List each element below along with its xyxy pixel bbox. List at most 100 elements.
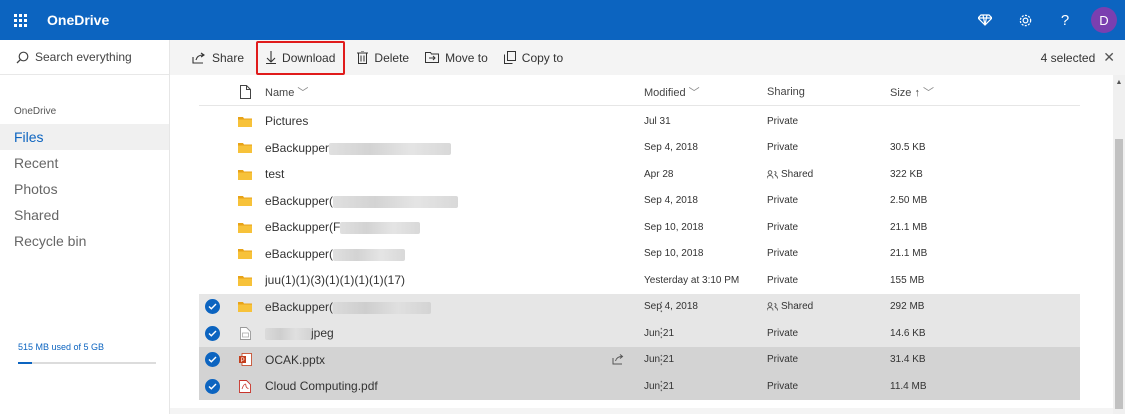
file-name[interactable]: eBackupper( bbox=[265, 300, 333, 314]
file-sharing: Private bbox=[767, 221, 799, 233]
file-modified: Sep 4, 2018 bbox=[644, 142, 698, 154]
size-column-header[interactable]: Size ↑ ﹀ bbox=[890, 84, 1080, 100]
row-check[interactable] bbox=[199, 299, 225, 315]
file-name[interactable]: OCAK.pptx bbox=[265, 353, 565, 367]
row-check[interactable] bbox=[199, 352, 225, 368]
search-placeholder: Search everything bbox=[35, 50, 132, 64]
file-list: Name ﹀ Modified ﹀ Sharing Size ↑ ﹀ Pictu… bbox=[199, 78, 1080, 400]
share-icon[interactable] bbox=[612, 354, 624, 365]
modified-column-header[interactable]: Modified ﹀ bbox=[644, 84, 767, 100]
list-item[interactable]: jpeg ⋮ Jun 21 Private 14.6 KB bbox=[199, 320, 1080, 347]
more-options-icon[interactable]: ⋮ bbox=[655, 352, 668, 368]
file-sharing: Shared bbox=[781, 168, 814, 180]
sidebar-item-shared[interactable]: Shared bbox=[0, 202, 169, 228]
list-item[interactable]: eBackupper( ⋮ Sep 4, 2018 Shared 292 MB bbox=[199, 293, 1080, 320]
app-title[interactable]: OneDrive bbox=[47, 12, 109, 28]
sidebar: Search everything OneDrive Files Recent … bbox=[0, 40, 170, 414]
avatar[interactable]: D bbox=[1091, 7, 1117, 33]
file-type-column-header[interactable] bbox=[225, 84, 265, 99]
more-options-icon[interactable]: ⋮ bbox=[655, 325, 668, 341]
file-sharing: Private bbox=[767, 248, 799, 260]
scrollbar-thumb[interactable] bbox=[1115, 139, 1123, 409]
list-header: Name ﹀ Modified ﹀ Sharing Size ↑ ﹀ bbox=[199, 78, 1080, 106]
help-button[interactable]: ? bbox=[1045, 0, 1085, 40]
more-options-icon[interactable]: ⋮ bbox=[655, 299, 668, 315]
download-label: Download bbox=[282, 50, 336, 65]
file-sharing: Private bbox=[767, 142, 799, 154]
redacted-text bbox=[333, 248, 406, 261]
share-label: Share bbox=[212, 50, 245, 65]
redacted-text bbox=[340, 222, 421, 235]
shared-people-icon bbox=[767, 170, 778, 179]
scroll-up-arrow-icon[interactable]: ▲ bbox=[1113, 75, 1125, 89]
file-name[interactable]: eBackupper( bbox=[265, 247, 333, 261]
folder-icon bbox=[238, 169, 252, 180]
file-name[interactable]: juu(1)(1)(3)(1)(1)(1)(1)(17) bbox=[265, 273, 565, 287]
list-item[interactable]: eBackupper( Sep 10, 2018 Private 21.1 MB bbox=[199, 241, 1080, 268]
file-name[interactable]: Pictures bbox=[265, 114, 565, 128]
list-item[interactable]: eBackupper(F Sep 10, 2018 Private 21.1 M… bbox=[199, 214, 1080, 241]
move-to-label: Move to bbox=[445, 50, 488, 65]
clear-selection-icon[interactable]: ✕ bbox=[1103, 49, 1115, 66]
file-name[interactable]: eBackupper( bbox=[265, 194, 333, 208]
pdf-file-icon bbox=[239, 379, 251, 393]
file-modified: Sep 4, 2018 bbox=[644, 195, 698, 207]
list-item[interactable]: Pictures Jul 31 Private bbox=[199, 108, 1080, 135]
search-box[interactable]: Search everything bbox=[0, 40, 169, 75]
list-item[interactable]: Cloud Computing.pdf ⋮ Jun 21 Private 11.… bbox=[199, 373, 1080, 400]
list-item[interactable]: test Apr 28 Shared 322 KB bbox=[199, 161, 1080, 188]
selection-status: 4 selected ✕ bbox=[1041, 40, 1115, 75]
share-button[interactable]: Share bbox=[170, 40, 252, 75]
file-name[interactable]: Cloud Computing.pdf bbox=[265, 379, 565, 393]
row-check[interactable] bbox=[199, 378, 225, 394]
powerpoint-file-icon: P bbox=[238, 353, 252, 367]
command-bar: Share Download Delete Move to Copy to 4 … bbox=[170, 40, 1125, 75]
svg-text:P: P bbox=[240, 358, 244, 364]
folder-icon bbox=[238, 116, 252, 127]
premium-button[interactable] bbox=[965, 0, 1005, 40]
file-sharing: Private bbox=[767, 380, 799, 392]
sidebar-item-photos[interactable]: Photos bbox=[0, 176, 169, 202]
sidebar-item-recycle-bin[interactable]: Recycle bin bbox=[0, 228, 169, 254]
chevron-down-icon: ﹀ bbox=[297, 86, 309, 99]
file-modified: Sep 10, 2018 bbox=[644, 248, 704, 260]
folder-icon bbox=[238, 143, 252, 154]
shared-people-icon bbox=[767, 302, 778, 311]
redacted-text bbox=[329, 142, 452, 155]
list-item[interactable]: eBackupper Sep 4, 2018 Private 30.5 KB bbox=[199, 135, 1080, 162]
move-to-button[interactable]: Move to bbox=[417, 40, 496, 75]
delete-button[interactable]: Delete bbox=[349, 40, 417, 75]
vertical-scrollbar[interactable]: ▲ bbox=[1113, 75, 1125, 414]
checkmark-icon bbox=[204, 352, 220, 368]
file-modified: Apr 28 bbox=[644, 168, 674, 180]
search-icon bbox=[16, 51, 29, 63]
redacted-text bbox=[333, 301, 432, 314]
row-check[interactable] bbox=[199, 325, 225, 341]
more-options-icon[interactable]: ⋮ bbox=[655, 378, 668, 394]
settings-button[interactable] bbox=[1005, 0, 1045, 40]
file-name[interactable]: eBackupper(F bbox=[265, 220, 340, 234]
sidebar-item-recent[interactable]: Recent bbox=[0, 150, 169, 176]
file-name[interactable]: jpeg bbox=[311, 326, 334, 340]
storage-text[interactable]: 515 MB used of 5 GB bbox=[18, 342, 104, 352]
name-column-header[interactable]: Name ﹀ bbox=[265, 84, 565, 100]
copy-to-button[interactable]: Copy to bbox=[496, 40, 571, 75]
file-name[interactable]: eBackupper bbox=[265, 141, 329, 155]
list-item[interactable]: P OCAK.pptx ⋮ Jun 21 Private 31.4 KB bbox=[199, 346, 1080, 373]
app-launcher-button[interactable] bbox=[0, 0, 40, 40]
list-item[interactable]: juu(1)(1)(3)(1)(1)(1)(1)(17) Yesterday a… bbox=[199, 267, 1080, 294]
file-size: 155 MB bbox=[890, 274, 925, 286]
file-name[interactable]: test bbox=[265, 167, 565, 181]
file-sharing: Private bbox=[767, 274, 799, 286]
chevron-down-icon: ﹀ bbox=[688, 86, 700, 99]
sharing-column-header[interactable]: Sharing bbox=[767, 86, 890, 98]
sidebar-item-files[interactable]: Files bbox=[0, 124, 169, 150]
folder-icon bbox=[238, 302, 252, 313]
download-icon bbox=[266, 51, 277, 64]
list-item[interactable]: eBackupper( Sep 4, 2018 Private 2.50 MB bbox=[199, 188, 1080, 215]
file-sharing: Shared bbox=[781, 301, 814, 313]
file-sharing: Private bbox=[767, 115, 799, 127]
file-sharing: Private bbox=[767, 354, 799, 366]
sort-ascending-icon: ↑ bbox=[914, 86, 920, 99]
download-button[interactable]: Download bbox=[256, 40, 346, 75]
